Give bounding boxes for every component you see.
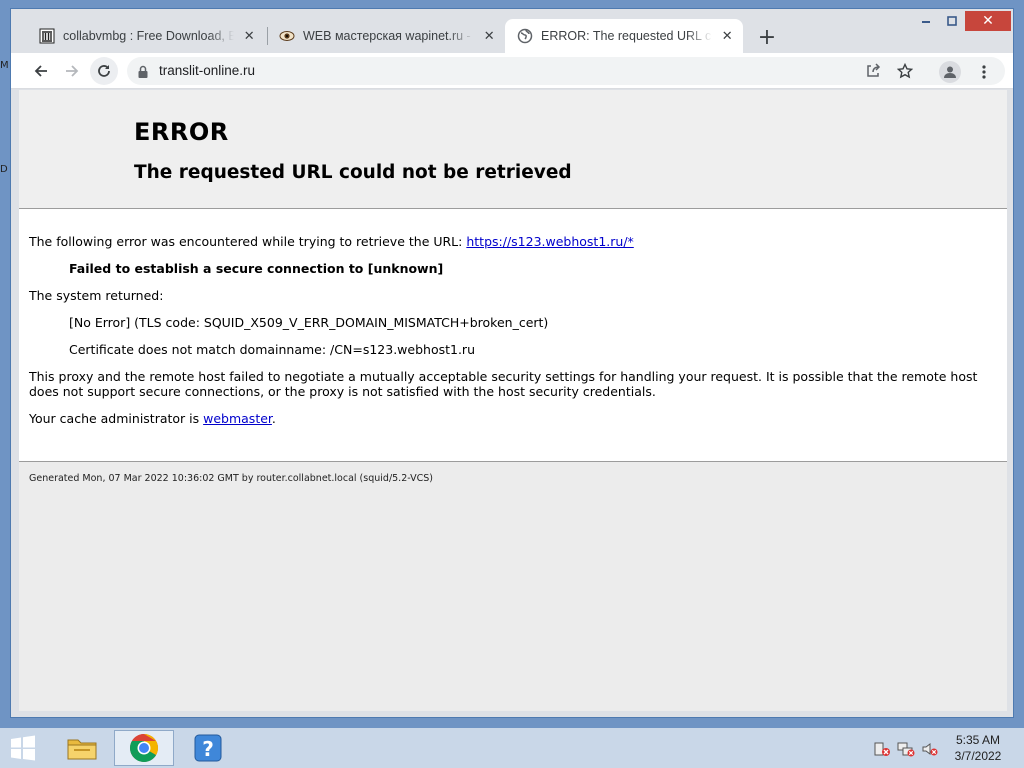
reload-icon — [98, 65, 110, 77]
chrome-icon — [130, 734, 158, 762]
close-window-button[interactable]: ✕ — [965, 11, 1011, 31]
clock-date: 3/7/2022 — [954, 749, 1002, 763]
close-tab-icon[interactable]: ✕ — [242, 28, 258, 44]
network-icon[interactable] — [896, 740, 916, 758]
taskbar: ? 5:35 AM 3/7/2022 — [0, 728, 1024, 768]
page-subtitle: The requested URL could not be retrieved — [134, 162, 572, 183]
taskbar-file-explorer[interactable] — [52, 730, 112, 766]
globe-icon — [517, 28, 533, 44]
certificate-detail: Certificate does not match domainname: /… — [69, 342, 475, 357]
tab-collabvmbg[interactable]: collabvmbg : Free Download, Bo ✕ — [27, 19, 265, 53]
minimize-button[interactable] — [913, 11, 939, 31]
taskbar-help[interactable]: ? — [178, 730, 238, 766]
clock-time: 5:35 AM — [955, 733, 1001, 747]
generated-footer: Generated Mon, 07 Mar 2022 10:36:02 GMT … — [29, 473, 433, 484]
browser-window: collabvmbg : Free Download, Bo ✕ WEB мас… — [10, 8, 1014, 718]
webmaster-link[interactable]: webmaster — [203, 411, 272, 426]
failed-url-link[interactable]: https://s123.webhost1.ru/* — [466, 234, 633, 249]
close-tab-icon[interactable]: ✕ — [482, 28, 498, 44]
tab-title: WEB мастерская wapinet.ru - Sc — [303, 29, 474, 43]
kebab-menu-icon — [982, 65, 986, 79]
file-explorer-icon — [67, 739, 97, 760]
reload-button[interactable] — [90, 57, 118, 85]
back-arrow-icon — [34, 65, 47, 77]
bookmark-star-icon[interactable] — [895, 61, 915, 81]
intro-paragraph: The following error was encountered whil… — [29, 234, 634, 249]
browser-toolbar: translit-online.ru — [11, 53, 1013, 89]
tab-error-active[interactable]: ERROR: The requested URL could ✕ — [505, 19, 743, 53]
tab-title: ERROR: The requested URL could — [541, 29, 712, 43]
page-content: ERROR The requested URL could not be ret… — [19, 90, 1007, 711]
desktop-icon-label: D — [0, 164, 8, 175]
url-text[interactable]: translit-online.ru — [159, 63, 255, 78]
tab-title: collabvmbg : Free Download, Bo — [63, 29, 234, 43]
system-returned-label: The system returned: — [29, 288, 164, 303]
taskbar-chrome[interactable] — [114, 730, 174, 766]
share-icon[interactable] — [863, 61, 883, 81]
minimize-icon — [922, 21, 930, 23]
error-body: The following error was encountered whil… — [19, 209, 1007, 462]
intro-text: The following error was encountered whil… — [29, 234, 467, 249]
address-bar[interactable]: translit-online.ru — [127, 57, 1005, 85]
admin-prefix: Your cache administrator is — [29, 411, 204, 426]
tab-strip: collabvmbg : Free Download, Bo ✕ WEB мас… — [11, 9, 1013, 53]
lock-icon[interactable] — [137, 64, 149, 83]
system-clock[interactable]: 5:35 AM 3/7/2022 — [946, 732, 1010, 764]
profile-button[interactable] — [939, 61, 961, 83]
page-title: ERROR — [134, 118, 229, 146]
explanation-paragraph: This proxy and the remote host failed to… — [29, 369, 978, 399]
menu-button[interactable] — [976, 61, 992, 83]
close-tab-icon[interactable]: ✕ — [720, 28, 736, 44]
admin-paragraph: Your cache administrator is webmaster. — [29, 411, 276, 426]
tls-error-code: [No Error] (TLS code: SQUID_X509_V_ERR_D… — [69, 315, 549, 330]
help-icon: ? — [194, 734, 222, 762]
profile-icon — [944, 66, 956, 78]
forward-arrow-icon — [66, 65, 79, 77]
tab-wapinet[interactable]: WEB мастерская wapinet.ru - Sc ✕ — [267, 19, 505, 53]
desktop-icon-label: M — [0, 60, 9, 71]
maximize-button[interactable] — [939, 11, 965, 31]
svg-text:?: ? — [202, 737, 214, 761]
start-button[interactable] — [8, 735, 38, 761]
new-tab-button[interactable]: + — [755, 25, 779, 50]
maximize-icon — [947, 16, 957, 26]
eye-favicon-icon — [279, 28, 295, 44]
forward-button[interactable] — [58, 57, 86, 85]
windows-logo-icon — [11, 735, 35, 761]
back-button[interactable] — [27, 57, 55, 85]
admin-suffix: . — [271, 411, 276, 426]
archive-icon — [39, 28, 55, 44]
error-header: ERROR The requested URL could not be ret… — [19, 90, 1007, 209]
failure-message: Failed to establish a secure connection … — [69, 261, 444, 276]
volume-muted-icon[interactable] — [920, 740, 940, 758]
action-center-icon[interactable] — [872, 740, 892, 758]
close-icon: ✕ — [982, 13, 994, 29]
